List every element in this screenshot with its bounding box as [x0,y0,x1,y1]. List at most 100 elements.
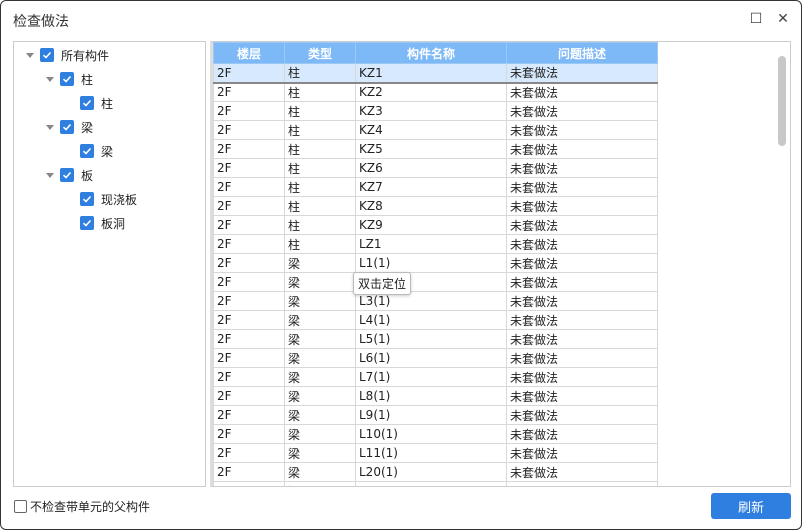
table-cell: 柱 [284,158,356,178]
expand-arrow-icon[interactable] [26,52,34,58]
table-cell: 柱 [284,196,356,216]
table-cell: 2F [213,348,285,368]
checkbox-box[interactable] [14,500,27,513]
table-row[interactable]: 2F 梁 L1(1) 未套做法 [213,253,658,273]
tree-node[interactable]: 所有构件 [26,45,109,65]
table-cell: 未套做法 [506,196,658,216]
tree-checkbox[interactable] [80,216,94,230]
table-cell: KZ3 [355,101,507,121]
table-cell: L10(1) [355,424,507,444]
table-cell [213,481,285,486]
table-row[interactable]: 2F 柱 KZ4 未套做法 [213,120,658,140]
tree-checkbox[interactable] [80,96,94,110]
table-row[interactable]: 2F 梁 L4(1) 未套做法 [213,310,658,330]
expand-arrow-icon[interactable] [46,124,54,130]
table-cell: 2F [213,367,285,387]
table-cell: 梁 [284,481,356,486]
table-row[interactable]: 2F 柱 KZ3 未套做法 [213,101,658,121]
results-grid: 楼层 类型 构件名称 问题描述 2F 柱 KZ1 未套做法 2F 柱 KZ2 未套做法 2F 柱 KZ3 未… [210,41,791,487]
maximize-icon[interactable]: ☐ [746,9,766,29]
table-row[interactable]: 2F梁L2(1)未套做法 [213,272,658,292]
table-row[interactable]: 2F 柱 KZ1 未套做法 [213,63,658,84]
table-row[interactable]: 2F 梁 L11(1) 未套做法 [213,443,658,463]
tree-node-label: 梁 [81,120,94,135]
tree-checkbox[interactable] [80,144,94,158]
table-row[interactable]: 2F 柱 KZ6 未套做法 [213,158,658,178]
table-cell: 梁 [284,310,356,330]
tree-checkbox[interactable] [40,48,54,62]
table-cell: 未套做法 [506,82,658,102]
table-cell: L20(1) [355,462,507,482]
table-row[interactable]: 梁 [213,481,658,486]
table-cell: 2F [213,120,285,140]
column-header[interactable]: 类型 [284,42,356,64]
table-row[interactable]: 2F 柱 LZ1 未套做法 [213,234,658,254]
column-header[interactable]: 问题描述 [506,42,658,64]
table-row[interactable]: 2F 梁 L20(1) 未套做法 [213,462,658,482]
table-cell: 2F [213,215,285,235]
table-cell: 2F [213,291,285,311]
table-cell [506,481,658,486]
table-cell: 未套做法 [506,234,658,254]
skip-parent-checkbox[interactable]: 不检查带单元的父构件 [14,498,150,515]
column-header[interactable]: 构件名称 [355,42,507,64]
table-row[interactable]: 2F 柱 KZ5 未套做法 [213,139,658,159]
table-cell: 柱 [284,234,356,254]
table-cell: L11(1) [355,443,507,463]
tree-node[interactable]: 柱 [80,93,113,113]
tree-node[interactable]: 柱 [46,69,93,89]
table-row[interactable]: 2F 梁 L9(1) 未套做法 [213,405,658,425]
table-cell: 未套做法 [506,367,658,387]
table-row[interactable]: 2F 柱 KZ2 未套做法 [213,82,658,102]
tree-node[interactable]: 梁 [46,117,93,137]
table-row[interactable]: 2F 梁 L6(1) 未套做法 [213,348,658,368]
table-cell: L9(1) [355,405,507,425]
tree-checkbox[interactable] [60,72,74,86]
tree-node[interactable]: 现浇板 [80,189,137,209]
table-cell: 梁 [284,291,356,311]
table-cell: L6(1) [355,348,507,368]
table-cell: 未套做法 [506,177,658,197]
table-cell: 2F [213,177,285,197]
table-row[interactable]: 2F 梁 L7(1) 未套做法 [213,367,658,387]
table-row[interactable]: 2F 梁 L8(1) 未套做法 [213,386,658,406]
table-row[interactable]: 2F 柱 KZ9 未套做法 [213,215,658,235]
table-cell: 2F [213,424,285,444]
table-cell: 未套做法 [506,443,658,463]
expand-arrow-icon[interactable] [46,76,54,82]
tree-node[interactable]: 梁 [80,141,113,161]
tree-node-label: 板洞 [101,216,126,231]
tree-node[interactable]: 板洞 [80,213,125,233]
table-cell: L4(1) [355,310,507,330]
tree-node-label: 板 [81,168,94,183]
table-cell: KZ8 [355,196,507,216]
table-cell: 未套做法 [506,272,658,292]
table-cell: KZ1 [355,63,507,84]
close-icon[interactable]: ✕ [773,9,793,29]
table-row[interactable]: 2F 梁 L5(1) 未套做法 [213,329,658,349]
table-cell: 柱 [284,177,356,197]
tree-checkbox[interactable] [80,192,94,206]
component-tree: 所有构件柱柱梁梁板现浇板 板洞 [13,41,206,487]
table-cell: 2F [213,310,285,330]
expand-arrow-icon[interactable] [46,172,54,178]
table-cell: 未套做法 [506,215,658,235]
table-row[interactable]: 2F 柱 KZ7 未套做法 [213,177,658,197]
table-header-row: 楼层 类型 构件名称 问题描述 [213,42,658,64]
table-row[interactable]: 2F 柱 KZ8 未套做法 [213,196,658,216]
tree-checkbox[interactable] [60,120,74,134]
table-cell: 未套做法 [506,462,658,482]
tree-node-label: 柱 [101,96,114,111]
table-cell: 未套做法 [506,348,658,368]
table-row[interactable]: 2F 梁 L3(1) 未套做法 [213,291,658,311]
tree-node-label: 柱 [81,72,94,87]
table-cell: 梁 [284,424,356,444]
table-cell: 未套做法 [506,291,658,311]
tree-checkbox[interactable] [60,168,74,182]
vertical-scrollbar[interactable] [778,56,786,146]
refresh-button[interactable]: 刷新 [711,493,791,519]
table-row[interactable]: 2F 梁 L10(1) 未套做法 [213,424,658,444]
tree-node[interactable]: 板 [46,165,93,185]
table-cell: 2F [213,196,285,216]
column-header[interactable]: 楼层 [213,42,285,64]
